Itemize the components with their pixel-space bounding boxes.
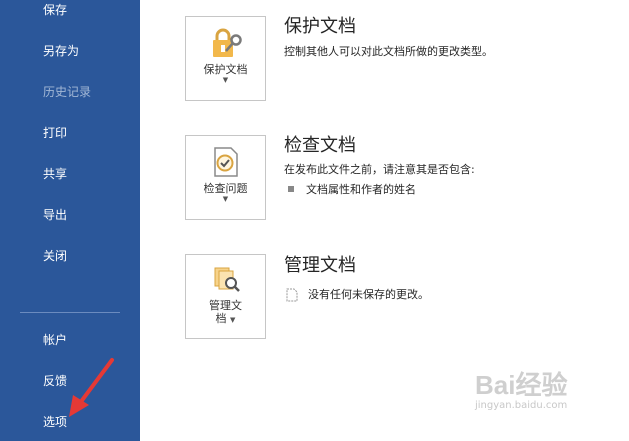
check-issues-button[interactable]: 检查问题 ▼ xyxy=(185,135,266,220)
nav-divider xyxy=(20,312,120,313)
protect-document-title: 保护文档 xyxy=(284,16,356,37)
protect-document-label: 保护文档 xyxy=(203,63,248,76)
watermark-title: Bai经验 xyxy=(475,370,568,400)
chevron-down-icon: ▼ xyxy=(222,195,229,203)
nav-close[interactable]: 关闭 xyxy=(43,244,133,268)
watermark-url: jingyan.baidu.com xyxy=(475,400,568,411)
bullet-square-icon xyxy=(288,186,294,192)
inspect-bullet-text: 文档属性和作者的姓名 xyxy=(306,183,416,196)
nav-save[interactable]: 保存 xyxy=(43,0,133,22)
checklist-icon xyxy=(213,147,238,177)
baidu-watermark-logo: Bai经验 jingyan.baidu.com xyxy=(475,370,625,438)
manage-document-title: 管理文档 xyxy=(284,255,356,276)
inspect-document-description: 在发布此文件之前，请注意其是否包含: xyxy=(284,163,475,176)
backstage-view: 保存 另存为 历史记录 打印 共享 导出 关闭 帐户 反馈 选项 保护文档 ▼ … xyxy=(0,0,629,441)
chevron-down-icon: ▼ xyxy=(222,76,229,84)
check-issues-label: 检查问题 xyxy=(203,182,248,195)
manage-document-label-line1: 管理文 xyxy=(209,299,242,312)
manage-document-description: 没有任何未保存的更改。 xyxy=(308,288,429,301)
nav-save-as[interactable]: 另存为 xyxy=(43,39,133,63)
nav-history[interactable]: 历史记录 xyxy=(43,80,133,104)
manage-document-icon xyxy=(214,267,240,292)
nav-export[interactable]: 导出 xyxy=(43,203,133,227)
inspect-document-title: 检查文档 xyxy=(284,135,356,156)
lock-key-icon xyxy=(212,28,242,57)
nav-account[interactable]: 帐户 xyxy=(43,328,133,352)
manage-document-label-line2: 档 ▼ xyxy=(215,312,236,325)
nav-share[interactable]: 共享 xyxy=(43,162,133,186)
annotation-arrow-icon xyxy=(69,358,114,417)
chevron-down-icon: ▼ xyxy=(230,316,236,324)
protect-document-description: 控制其他人可以对此文档所做的更改类型。 xyxy=(284,45,493,58)
nav-print[interactable]: 打印 xyxy=(43,121,133,145)
manage-document-button[interactable]: 管理文 档 ▼ xyxy=(185,254,266,339)
protect-document-button[interactable]: 保护文档 ▼ xyxy=(185,16,266,101)
inspect-bullet-item: 文档属性和作者的姓名 xyxy=(288,183,416,197)
document-icon xyxy=(286,288,298,302)
manage-document-status: 没有任何未保存的更改。 xyxy=(286,288,429,302)
